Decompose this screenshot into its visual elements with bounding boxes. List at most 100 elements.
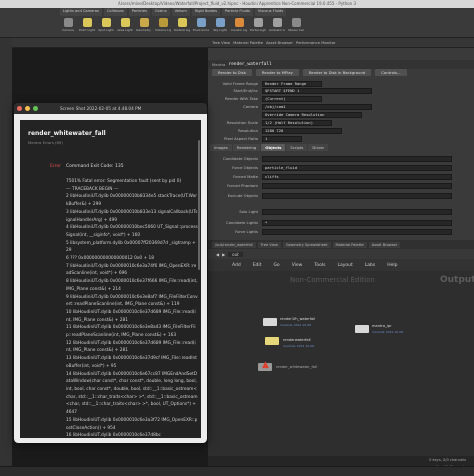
pane-tab[interactable]: Asset Browser	[266, 40, 293, 45]
render-buttons: Render to Disk Render to MPlay Render to D…	[212, 69, 407, 76]
pane-tabs: Tree View Material Palette Asset Browser Pe…	[208, 38, 474, 48]
shelf-tool-button[interactable]: Geometry Light	[136, 18, 152, 36]
shelf-tab[interactable]: Vellum	[171, 8, 190, 16]
minimize-icon[interactable]	[25, 106, 30, 111]
rop-subtab[interactable]: Scripts	[286, 144, 308, 151]
network-menu: Add Edit Go View Tools Layout Labs Help	[208, 259, 474, 271]
back-arrow-icon[interactable]: ◀	[216, 252, 219, 257]
param-field[interactable]	[262, 182, 452, 189]
param-field[interactable]: (Current)	[262, 95, 322, 102]
param-field[interactable]: Override Camera Resolution	[262, 111, 362, 118]
node-subtitle: mantra1 2021 10-08	[283, 344, 315, 348]
rop-subtab[interactable]: Objects	[261, 144, 286, 151]
network-context-label: Outputs	[440, 275, 474, 285]
shelf-tab[interactable]: Particles	[128, 8, 150, 16]
network-menu-item[interactable]: Labs	[365, 263, 375, 268]
close-icon[interactable]	[17, 106, 22, 111]
shelf-tool-button[interactable]: Camera	[60, 18, 76, 36]
shelf-tab[interactable]: Rigid Bodies	[191, 8, 220, 16]
param-label: Candidate Objects	[223, 156, 258, 161]
param-field[interactable]: Render Frame Range	[262, 80, 322, 87]
shelf-tool-button[interactable]: Sky Light	[212, 18, 228, 36]
param-label: Resolution Scale	[226, 120, 258, 125]
forward-arrow-icon[interactable]: ▶	[222, 252, 225, 257]
shelf-tool-button[interactable]: Volume Light	[155, 18, 171, 36]
param-field[interactable]	[262, 208, 452, 215]
maximize-icon[interactable]	[33, 106, 38, 111]
network-tab[interactable]: /out/render_waterfall	[212, 241, 256, 248]
object-param-row: Forced Matte cliffs	[210, 173, 472, 180]
param-field[interactable]: particle_fluid	[262, 164, 452, 171]
network-tab[interactable]: Material Palette	[332, 241, 367, 248]
object-param-row: Forced Phantom	[210, 182, 472, 189]
shelf-tab[interactable]: Particle Fluids	[222, 8, 253, 16]
light-icon	[82, 18, 92, 27]
network-menu-item[interactable]: Layout	[337, 263, 352, 268]
node-renderwaterfall[interactable]	[265, 337, 279, 345]
rop-name[interactable]: render_waterfall	[228, 62, 271, 67]
pane-tab[interactable]: Performance Monitor	[296, 40, 336, 45]
network-path[interactable]: out	[228, 251, 243, 257]
shelf-tool-button[interactable]: Area Light	[117, 18, 133, 36]
viewport-tool-bar	[0, 38, 12, 476]
param-row: Start/End/Inc $FSTART $FEND 1	[210, 87, 472, 94]
network-tab[interactable]: Geometry Spreadsheet	[282, 241, 331, 248]
param-field[interactable]	[262, 155, 452, 162]
param-field[interactable]: *	[262, 219, 452, 226]
network-menu-item[interactable]: Go	[273, 263, 279, 268]
shelf-tool-button[interactable]: Environment Light	[193, 18, 209, 36]
network-menu-item[interactable]: Tools	[314, 263, 325, 268]
network-watermark: Non-Commercial Edition	[290, 276, 375, 284]
render-button[interactable]: Render to MPlay	[255, 69, 299, 76]
shelf-tool-button[interactable]: Distant Light	[174, 18, 190, 36]
shelf-tool-button[interactable]: Ambient Light	[269, 18, 285, 36]
window-title: /Users/mine/Desktop/Videos/Waterfall/Pro…	[117, 1, 357, 6]
network-menu-item[interactable]: Add	[232, 263, 241, 268]
shelf-tabs: Lights and Cameras Collisions Particles Gra…	[60, 8, 287, 16]
rop-subtab[interactable]: Images	[210, 144, 232, 151]
shelf-tool-label: Sky Light	[213, 28, 227, 32]
pane-tab[interactable]: Material Palette	[233, 40, 263, 45]
network-menu-item[interactable]: View	[292, 263, 303, 268]
param-field[interactable]: 1280 720	[262, 127, 342, 134]
shelf-tab[interactable]: Lights and Cameras	[60, 8, 102, 16]
network-editor[interactable]	[208, 271, 474, 456]
node-render1fh-waterfall[interactable]	[263, 318, 277, 326]
rop-subtab[interactable]: Driver	[308, 144, 329, 151]
param-field[interactable]	[262, 192, 452, 199]
window-title-bar: /Users/mine/Desktop/Videos/Waterfall/Pro…	[0, 0, 474, 8]
shelf-tools: Camera Point Light Spot Light Area Light Geo…	[60, 18, 304, 36]
object-param-row: Candidate Lights *	[210, 219, 472, 226]
dialog-title: render_whitewater_fall	[28, 130, 106, 137]
param-field[interactable]	[262, 228, 452, 235]
playbar[interactable]	[0, 466, 474, 476]
render-button[interactable]: Controls...	[375, 69, 407, 76]
param-label: Pixel Aspect Ratio	[224, 136, 258, 141]
network-tab[interactable]: Tree View	[257, 241, 281, 248]
render-button[interactable]: Render to Disk	[212, 69, 252, 76]
param-row: Resolution 1280 720	[210, 127, 472, 134]
scrollbar[interactable]	[198, 140, 200, 270]
shelf-tab[interactable]: Collisions	[103, 8, 127, 16]
param-field[interactable]: 1	[262, 135, 302, 142]
pane-tab[interactable]: Tree View	[212, 40, 230, 45]
rop-subtab[interactable]: Rendering	[232, 144, 261, 151]
param-field[interactable]: /obj/cam1	[262, 103, 372, 110]
shelf-tool-button[interactable]: Stereo Camera	[288, 18, 304, 36]
shelf-tool-button[interactable]: Spot Light	[98, 18, 114, 36]
node-mantra-ipr[interactable]	[355, 325, 369, 333]
param-label: Start/End/Inc	[233, 88, 258, 93]
shelf-tool-button[interactable]: Point Light	[79, 18, 95, 36]
network-menu-item[interactable]: Help	[387, 263, 397, 268]
shelf-tab[interactable]: Grains	[151, 8, 170, 16]
shelf-tool-button[interactable]: Caustic Light	[231, 18, 247, 36]
network-menu-item[interactable]: Edit	[253, 263, 262, 268]
shelf-tab[interactable]: Viscous Fluids	[254, 8, 287, 16]
param-field[interactable]: 1/2 (Half Resolution)	[262, 119, 332, 126]
render-button[interactable]: Render to Disk in Background	[302, 69, 372, 76]
param-field[interactable]: $FSTART $FEND 1	[262, 87, 372, 94]
shelf-tool-button[interactable]: Portal Light	[250, 18, 266, 36]
network-tab[interactable]: Asset Browser	[368, 241, 401, 248]
param-field[interactable]: cliffs	[262, 173, 452, 180]
shelf-tool-label: Distant Light	[174, 28, 190, 32]
